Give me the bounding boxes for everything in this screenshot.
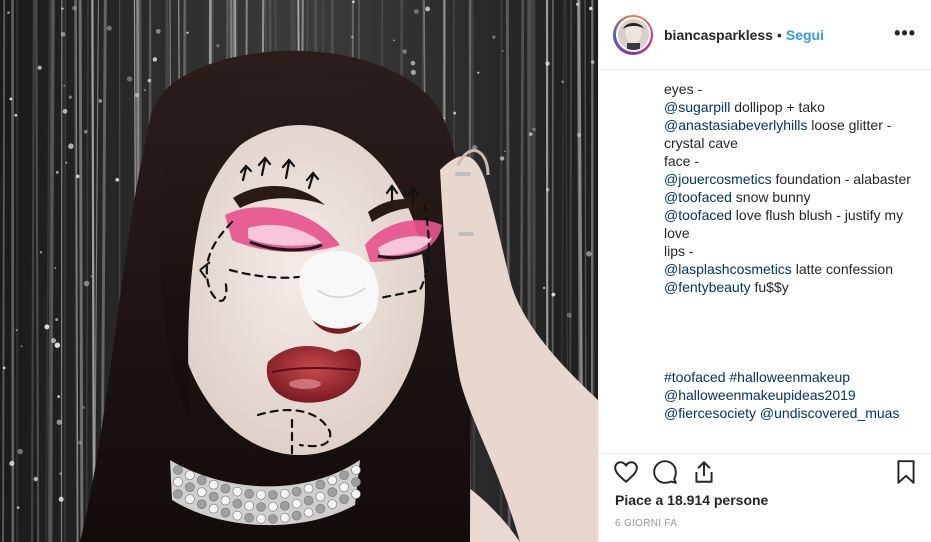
instagram-post: biancasparkless • Segui ••• eyes - @sugar… <box>0 0 931 542</box>
mention-link[interactable]: @fentybeauty <box>664 279 751 295</box>
likes-prefix: Piace a <box>615 492 664 508</box>
likes-number: 18.914 <box>667 492 710 508</box>
follow-button[interactable]: Segui <box>786 27 824 43</box>
caption-text: snow bunny <box>731 189 811 205</box>
caption-line: @jouercosmetics foundation - alabaster <box>664 170 919 188</box>
avatar-photo <box>615 17 651 52</box>
caption-text: lips - <box>664 243 694 259</box>
mention-link[interactable]: @sugarpill <box>664 99 730 115</box>
hashtag-line: @halloweenmakeupideas2019 <box>664 386 919 404</box>
more-options-icon[interactable]: ••• <box>894 24 916 42</box>
likes-count[interactable]: Piace a 18.914 persone <box>615 492 768 508</box>
caption-text: eyes - <box>664 81 703 97</box>
caption-line: @toofaced snow bunny <box>664 188 919 206</box>
caption-text: face - <box>664 153 700 169</box>
caption-line: @sugarpill dollipop + tako <box>664 98 919 116</box>
hashtag-line: #toofaced #halloweenmakeup <box>664 368 919 386</box>
mention-link[interactable]: @lasplashcosmetics <box>664 261 792 277</box>
caption-text: fu$$y <box>750 279 789 295</box>
post-caption: eyes - @sugarpill dollipop + tako @anastas… <box>664 80 919 445</box>
caption-text: latte confession <box>791 261 893 277</box>
share-icon[interactable] <box>691 459 717 490</box>
hashtag-link[interactable]: #toofaced <box>664 369 726 385</box>
caption-line: lips - <box>664 242 919 260</box>
mention-link[interactable]: @toofaced <box>664 207 732 223</box>
comment-bubble-icon[interactable] <box>652 459 678 490</box>
heart-icon[interactable] <box>613 459 639 490</box>
avatar[interactable] <box>613 14 653 55</box>
post-photo[interactable] <box>0 0 598 542</box>
header-separator: • <box>776 26 782 43</box>
post-actions <box>599 453 931 493</box>
caption-line: @toofaced love flush blush - justify my … <box>664 206 919 242</box>
caption-line: face - <box>664 152 919 170</box>
mention-link[interactable]: @jouercosmetics <box>664 171 772 187</box>
mention-link[interactable]: @undiscovered_muas <box>760 405 900 421</box>
caption-text: foundation - alabaster <box>771 171 911 187</box>
hashtag-line: @fiercesociety @undiscovered_muas <box>664 404 919 422</box>
bookmark-icon[interactable] <box>893 459 919 490</box>
likes-suffix: persone <box>713 492 769 508</box>
post-header: biancasparkless • Segui ••• <box>599 0 931 70</box>
post-username[interactable]: biancasparkless <box>664 27 773 43</box>
caption-line: @fentybeauty fu$$y <box>664 278 919 296</box>
caption-text: dollipop + tako <box>730 99 825 115</box>
mention-link[interactable]: @halloweenmakeupideas2019 <box>664 387 856 403</box>
hashtag-link[interactable]: #halloweenmakeup <box>729 369 850 385</box>
mention-link[interactable]: @fiercesociety <box>664 405 756 421</box>
mention-link[interactable]: @anastasiabeverlyhills <box>664 117 807 133</box>
caption-line: @anastasiabeverlyhills loose glitter - c… <box>664 116 919 152</box>
post-photo-image <box>0 0 598 542</box>
post-side-panel: biancasparkless • Segui ••• eyes - @sugar… <box>598 0 931 542</box>
caption-line: eyes - <box>664 80 919 98</box>
mention-link[interactable]: @toofaced <box>664 189 732 205</box>
post-timestamp[interactable]: 6 GIORNI FA <box>615 518 677 529</box>
caption-line: @lasplashcosmetics latte confession <box>664 260 919 278</box>
